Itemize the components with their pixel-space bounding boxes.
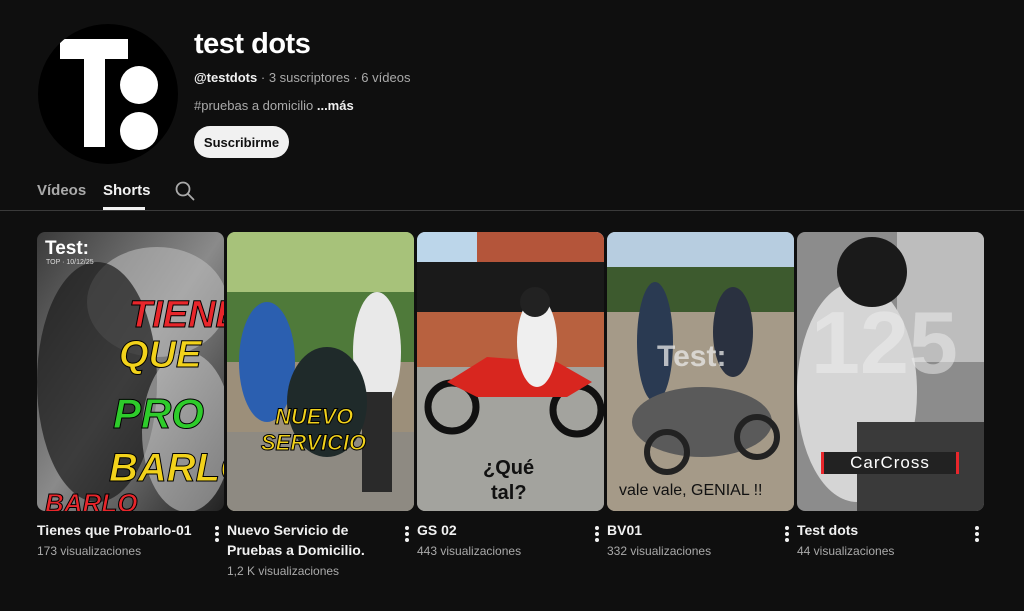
short-views: 173 visualizaciones (37, 544, 142, 558)
more-link[interactable]: ...más (313, 98, 354, 113)
logo-dot-top (120, 66, 158, 104)
short-thumbnail[interactable]: 125 CarCross (797, 232, 984, 511)
thumb-line: ¿Qué (483, 457, 535, 479)
channel-description[interactable]: #pruebas a domicilio ...más (194, 98, 354, 113)
channel-name: test dots (194, 28, 311, 60)
subscriber-count: 3 suscriptores (268, 70, 350, 85)
more-options-icon[interactable] (590, 524, 604, 544)
logo-dot-bottom (120, 112, 158, 150)
thumb-line: TIENES (128, 294, 224, 337)
short-thumbnail[interactable]: ¿Qué tal? (417, 232, 604, 511)
thumb-brand-sub: TOP · 10/12/25 (46, 259, 94, 266)
channel-meta: @testdots · 3 suscriptores · 6 vídeos (194, 70, 410, 85)
tab-shorts[interactable]: Shorts (103, 182, 151, 199)
channel-handle: @testdots (194, 70, 258, 85)
thumb-brand: Test: (45, 238, 89, 259)
search-icon[interactable] (174, 180, 196, 202)
short-title[interactable]: Nuevo Servicio de Pruebas a Domicilio. (227, 520, 387, 560)
short-views: 1,2 K visualizaciones (227, 564, 340, 578)
short-title[interactable]: Test dots (797, 520, 957, 540)
tab-videos[interactable]: Vídeos (37, 182, 86, 199)
short-thumbnail[interactable]: NUEVO SERVICIO (227, 232, 414, 511)
more-options-icon[interactable] (210, 524, 224, 544)
thumb-big-number: 125 (811, 293, 958, 392)
thumb-line: SERVICIO (260, 430, 367, 456)
short-card[interactable]: Test: TOP · 10/12/25 TIENES QUE PRO BARL… (37, 232, 224, 558)
short-card[interactable]: Test: vale vale, GENIAL !! BV01 332 visu… (607, 232, 794, 558)
video-count: 6 vídeos (361, 70, 411, 85)
meta-separator: · (257, 70, 269, 85)
thumb-brand: Test: (657, 340, 727, 373)
thumb-tag: CarCross (821, 452, 959, 474)
short-views: 332 visualizaciones (607, 544, 712, 558)
short-card[interactable]: 125 CarCross Test dots 44 visualizacione… (797, 232, 984, 558)
meta-separator: · (349, 70, 362, 85)
short-views: 443 visualizaciones (417, 544, 522, 558)
more-options-icon[interactable] (400, 524, 414, 544)
active-tab-indicator (103, 207, 145, 210)
short-thumbnail[interactable]: Test: vale vale, GENIAL !! (607, 232, 794, 511)
logo-t-stem (84, 39, 105, 147)
short-thumbnail[interactable]: Test: TOP · 10/12/25 TIENES QUE PRO BARL… (37, 232, 224, 511)
thumb-line: PRO (112, 390, 205, 438)
more-options-icon[interactable] (970, 524, 984, 544)
thumb-line: QUE (118, 334, 202, 377)
short-title[interactable]: Tienes que Probarlo-01 (37, 520, 197, 540)
description-text: #pruebas a domicilio (194, 98, 314, 113)
channel-tabs: Vídeos Shorts (0, 172, 1024, 211)
thumb-line: NUEVO (274, 404, 354, 430)
thumb-line: BARLO (108, 446, 224, 491)
subscribe-button[interactable]: Suscribirme (194, 126, 289, 158)
short-title[interactable]: GS 02 (417, 520, 577, 540)
thumb-line: BARLO (44, 488, 138, 512)
short-card[interactable]: ¿Qué tal? GS 02 443 visualizaciones (417, 232, 604, 558)
short-title[interactable]: BV01 (607, 520, 767, 540)
thumb-line: tal? (491, 482, 527, 504)
short-card[interactable]: NUEVO SERVICIO Nuevo Servicio de Pruebas… (227, 232, 414, 578)
channel-avatar[interactable] (38, 24, 178, 164)
thumb-line: vale vale, GENIAL !! (619, 482, 763, 499)
short-views: 44 visualizaciones (797, 544, 895, 558)
more-options-icon[interactable] (780, 524, 794, 544)
